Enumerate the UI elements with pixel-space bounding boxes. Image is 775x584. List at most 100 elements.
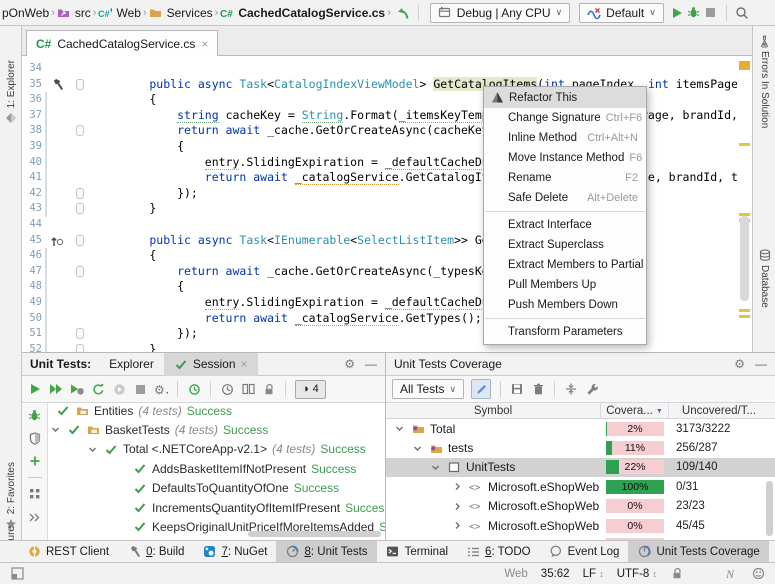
run-with-coverage-icon[interactable] <box>70 382 84 396</box>
warning-line-marker[interactable] <box>739 315 750 318</box>
search-icon[interactable] <box>735 6 749 20</box>
toolwindow-button-rest-client[interactable]: REST Client <box>18 541 118 563</box>
test-tree-row[interactable]: AddsBasketItemIfNotPresentSuccess <box>48 459 385 478</box>
tab-cachedcatalogservice[interactable]: C# CachedCatalogService.cs × <box>26 30 218 57</box>
expander-icon[interactable] <box>450 499 464 513</box>
breadcrumb-item[interactable]: Services <box>149 6 213 20</box>
fold-handle[interactable] <box>76 328 84 339</box>
tab-session[interactable]: Session× <box>164 353 258 376</box>
coverage-row[interactable]: <>Microsoft.eShopWeb.Ur0%23/23 <box>386 497 775 516</box>
menu-item-transform-parameters[interactable]: Transform Parameters <box>484 322 646 342</box>
settings-gear-icon[interactable]: ⚙ <box>154 382 168 396</box>
stripe-button----explorer[interactable]: 1: Explorer <box>0 60 22 125</box>
toolwindow-button----todo[interactable]: 6: TODO <box>457 541 540 563</box>
stop-icon[interactable] <box>704 6 718 20</box>
split-icon[interactable] <box>241 382 255 396</box>
debug-icon[interactable] <box>687 6 701 20</box>
expander-icon[interactable] <box>450 480 464 494</box>
column-coverage[interactable]: Covera...▼ <box>601 403 669 419</box>
continuous-testing-icon[interactable] <box>187 382 201 396</box>
toolwindow-button-terminal[interactable]: Terminal <box>377 541 457 563</box>
minimize-icon[interactable]: — <box>755 357 767 371</box>
close-icon[interactable]: × <box>201 37 208 51</box>
toolwindow-button----unit-tests[interactable]: 8: Unit Tests <box>276 541 376 563</box>
fold-handle[interactable] <box>76 344 84 352</box>
column-uncovered[interactable]: Uncovered/T... <box>669 403 769 419</box>
expander-icon[interactable] <box>392 422 406 436</box>
group-by-icon[interactable] <box>28 487 42 501</box>
circle-icon[interactable]: roke="#8a8a8a" stroke-width="1.3"/> <box>697 567 711 581</box>
toolwindow-button-unit-tests-coverage[interactable]: Unit Tests Coverage <box>628 541 768 563</box>
encoding-selector[interactable]: UTF-8 ↕ <box>617 568 657 580</box>
test-tree-row[interactable]: Entities(4 tests)Success <box>48 403 385 420</box>
menu-item-inline-method[interactable]: Inline MethodCtrl+Alt+N <box>484 128 646 148</box>
tab-explorer[interactable]: Explorer <box>99 353 164 376</box>
fold-handle[interactable] <box>76 188 84 199</box>
wrench-icon[interactable] <box>585 382 599 396</box>
menu-item-move-instance-method[interactable]: Move Instance MethodF6 <box>484 148 646 168</box>
menu-item-refactor-this[interactable]: Refactor This <box>484 87 646 108</box>
add-icon[interactable] <box>28 454 42 468</box>
breadcrumb-item[interactable]: C#Web <box>98 6 140 20</box>
expander-icon[interactable] <box>450 519 464 533</box>
run-failed-icon[interactable] <box>112 382 126 396</box>
gear-icon[interactable]: ⚙ <box>734 357 745 371</box>
menu-item-rename[interactable]: RenameF2 <box>484 168 646 188</box>
coverage-row[interactable]: Total2%3173/3222 <box>386 419 775 438</box>
coverage-row[interactable]: UnitTests22%109/140 <box>386 458 775 477</box>
warning-line-marker[interactable] <box>739 143 750 146</box>
minimize-icon[interactable]: — <box>365 357 377 371</box>
lock-icon[interactable] <box>670 567 684 581</box>
run-all-icon[interactable] <box>49 382 63 396</box>
fold-handle[interactable] <box>76 203 84 214</box>
delete-icon[interactable] <box>531 382 545 396</box>
highlight-coverage-icon[interactable] <box>471 379 491 399</box>
warning-line-marker[interactable] <box>739 309 750 312</box>
fold-handle[interactable] <box>76 79 84 90</box>
stop-icon[interactable] <box>133 382 147 396</box>
error-stripe[interactable] <box>737 56 752 352</box>
fold-handle[interactable] <box>76 266 84 277</box>
debug-bug-icon[interactable] <box>28 408 42 422</box>
toolwindow-button----nuget[interactable]: 7: NuGet <box>193 541 276 563</box>
breadcrumb-item[interactable]: C#CachedCatalogService.cs <box>220 6 385 20</box>
implements-icon[interactable] <box>50 234 64 248</box>
collapse-icon[interactable] <box>564 382 578 396</box>
n-mode-icon[interactable]: N <box>724 567 738 581</box>
toolwindow-button-event-log[interactable]: Event Log <box>540 541 629 563</box>
column-symbol[interactable]: Symbol <box>386 403 601 419</box>
menu-item-extract-members-to-partial[interactable]: Extract Members to Partial <box>484 255 646 275</box>
fold-handle[interactable] <box>76 235 84 246</box>
expander-icon[interactable] <box>410 441 424 455</box>
expander-icon[interactable] <box>85 442 99 456</box>
coverage-row[interactable]: <>Microsoft.eShopWeb.Ur0%45/45 <box>386 516 775 535</box>
lock-icon[interactable] <box>262 382 276 396</box>
menu-item-pull-members-up[interactable]: Pull Members Up <box>484 275 646 295</box>
menu-item-push-members-down[interactable]: Push Members Down <box>484 295 646 315</box>
run-icon[interactable] <box>670 6 684 20</box>
test-tree-row[interactable]: IncrementsQuantityOfItemIfPresentSuccess <box>48 498 385 517</box>
test-tree-row[interactable]: DefaultsToQuantityOfOneSuccess <box>48 479 385 498</box>
run-config-dropdown[interactable]: Debug | Any CPU ∨ <box>430 3 570 23</box>
more-chevrons-icon[interactable] <box>28 510 42 524</box>
rerun-icon[interactable] <box>91 382 105 396</box>
toolwindow-toggle-icon[interactable] <box>10 567 24 581</box>
inspector-face-icon[interactable] <box>751 567 765 581</box>
test-tree-row[interactable]: BasketTests(4 tests)Success <box>48 420 385 439</box>
gear-icon[interactable]: ⚙ <box>344 357 355 371</box>
save-icon[interactable] <box>510 382 524 396</box>
warning-block-marker[interactable] <box>739 61 750 70</box>
fold-handle[interactable] <box>76 125 84 136</box>
menu-item-change-signature[interactable]: Change SignatureCtrl+F6 <box>484 108 646 128</box>
run-icon[interactable] <box>28 382 42 396</box>
menu-item-extract-interface[interactable]: Extract Interface <box>484 215 646 235</box>
menu-item-extract-superclass[interactable]: Extract Superclass <box>484 235 646 255</box>
vertical-scrollbar[interactable] <box>766 481 773 536</box>
coverage-profile-dropdown[interactable]: Default ∨ <box>579 3 664 23</box>
editor-scrollbar-thumb[interactable] <box>740 216 749 301</box>
shield-icon[interactable] <box>28 431 42 445</box>
stripe-button----favorites[interactable]: 2: Favorites <box>0 462 22 531</box>
expander-icon[interactable] <box>428 460 442 474</box>
coverage-row[interactable]: tests11%256/287 <box>386 438 775 457</box>
all-tests-dropdown[interactable]: All Tests∨ <box>392 379 464 399</box>
